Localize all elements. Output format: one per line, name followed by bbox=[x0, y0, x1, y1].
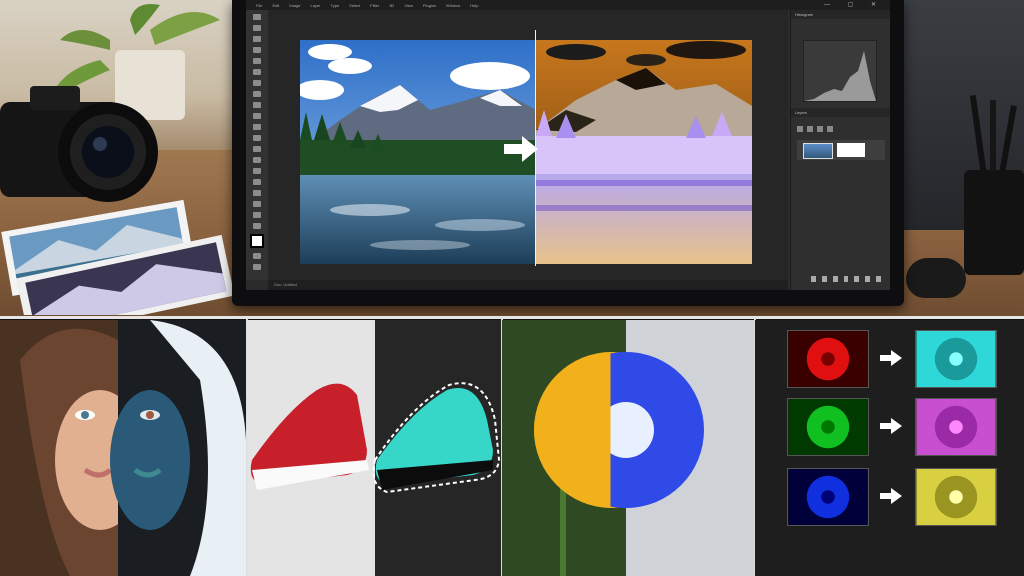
folder-icon[interactable] bbox=[854, 276, 860, 282]
blur-tool-icon[interactable] bbox=[253, 146, 261, 152]
magenta-result-swatch bbox=[915, 398, 997, 456]
eyedropper-tool-icon[interactable] bbox=[253, 69, 261, 75]
menu-bar: File Edit Image Layer Type Select Filter… bbox=[246, 0, 890, 10]
tab-layers[interactable]: Layers bbox=[791, 108, 890, 117]
layer-row[interactable] bbox=[797, 140, 885, 160]
yellow-result-swatch bbox=[915, 468, 997, 526]
layer-actions bbox=[811, 276, 882, 284]
screen-mode-icon[interactable] bbox=[253, 264, 261, 270]
marquee-tool-icon[interactable] bbox=[253, 25, 261, 31]
path-select-tool-icon[interactable] bbox=[253, 190, 261, 196]
new-layer-icon[interactable] bbox=[865, 276, 871, 282]
tab-histogram[interactable]: Histogram bbox=[791, 10, 890, 19]
status-bar: Doc: Untitled bbox=[268, 280, 788, 290]
lasso-tool-icon[interactable] bbox=[253, 36, 261, 42]
zoom-tool-icon[interactable] bbox=[253, 223, 261, 229]
divider bbox=[0, 316, 1024, 319]
histogram bbox=[803, 40, 877, 102]
menu-item-filter[interactable]: Filter bbox=[370, 3, 379, 8]
green-channel-swatch bbox=[787, 398, 869, 456]
move-tool-icon[interactable] bbox=[253, 14, 261, 20]
adjustment-icon[interactable] bbox=[843, 276, 849, 282]
right-panels: Histogram Layers bbox=[790, 10, 890, 290]
menu-item-help[interactable]: Help bbox=[470, 3, 478, 8]
brush-icon[interactable] bbox=[807, 126, 813, 132]
channel-inversion-panel bbox=[755, 320, 1024, 576]
shoe-inversion-example bbox=[247, 320, 501, 576]
arrow-right-icon bbox=[504, 136, 538, 162]
menu-item-file[interactable]: File bbox=[256, 3, 262, 8]
red-channel-swatch bbox=[787, 330, 869, 388]
crop-tool-icon[interactable] bbox=[253, 58, 261, 64]
menu-item-type[interactable]: Type bbox=[331, 3, 340, 8]
cyan-result-swatch bbox=[915, 330, 997, 388]
artboard-icon[interactable] bbox=[827, 126, 833, 132]
photo-editor-window: File Edit Image Layer Type Select Filter… bbox=[246, 0, 890, 290]
trash-icon[interactable] bbox=[876, 276, 882, 282]
arrow-right-icon bbox=[880, 350, 902, 366]
menu-item-select[interactable]: Select bbox=[349, 3, 360, 8]
menu-item-3d[interactable]: 3D bbox=[389, 3, 394, 8]
layer-thumbnail[interactable] bbox=[803, 143, 833, 159]
pen-tool-icon[interactable] bbox=[253, 168, 261, 174]
menu-item-edit[interactable]: Edit bbox=[272, 3, 279, 8]
layer-options bbox=[797, 126, 877, 134]
brush-tool-icon[interactable] bbox=[253, 91, 261, 97]
desk-scene: File Edit Image Layer Type Select Filter… bbox=[0, 0, 1024, 318]
menu-item-layer[interactable]: Layer bbox=[310, 3, 320, 8]
stamp-tool-icon[interactable] bbox=[253, 102, 261, 108]
menu-item-image[interactable]: Image bbox=[289, 3, 300, 8]
menu-item-plugins[interactable]: Plugins bbox=[423, 3, 436, 8]
move-icon[interactable] bbox=[817, 126, 823, 132]
link-icon[interactable] bbox=[811, 276, 816, 282]
type-tool-icon[interactable] bbox=[253, 179, 261, 185]
tools-panel bbox=[246, 10, 268, 280]
arrow-right-icon bbox=[880, 418, 902, 434]
window-controls[interactable]: — ▢ ✕ bbox=[824, 1, 884, 8]
mask-icon[interactable] bbox=[832, 276, 838, 282]
healing-tool-icon[interactable] bbox=[253, 80, 261, 86]
portrait-inversion-example bbox=[0, 320, 246, 576]
color-swatches-icon[interactable] bbox=[250, 234, 264, 248]
flower-inversion-example bbox=[502, 320, 754, 576]
pen-cup bbox=[964, 95, 1024, 275]
inverted-landscape-image[interactable] bbox=[536, 40, 752, 264]
original-landscape-image[interactable] bbox=[300, 40, 536, 264]
computer-mouse bbox=[906, 258, 966, 298]
menu-item-window[interactable]: Window bbox=[446, 3, 460, 8]
fx-icon[interactable] bbox=[821, 276, 827, 282]
hand-tool-icon[interactable] bbox=[253, 212, 261, 218]
dodge-tool-icon[interactable] bbox=[253, 157, 261, 163]
history-brush-tool-icon[interactable] bbox=[253, 113, 261, 119]
shape-tool-icon[interactable] bbox=[253, 201, 261, 207]
blue-channel-swatch bbox=[787, 468, 869, 526]
magic-wand-tool-icon[interactable] bbox=[253, 47, 261, 53]
camera bbox=[0, 86, 158, 202]
eraser-tool-icon[interactable] bbox=[253, 124, 261, 130]
quick-mask-icon[interactable] bbox=[253, 253, 261, 259]
lock-icon[interactable] bbox=[797, 126, 803, 132]
split-divider[interactable] bbox=[535, 30, 536, 266]
layer-mask-thumbnail[interactable] bbox=[837, 143, 865, 157]
arrow-right-icon bbox=[880, 488, 902, 504]
menu-item-view[interactable]: View bbox=[404, 3, 413, 8]
photo-prints bbox=[1, 199, 235, 315]
gradient-tool-icon[interactable] bbox=[253, 135, 261, 141]
